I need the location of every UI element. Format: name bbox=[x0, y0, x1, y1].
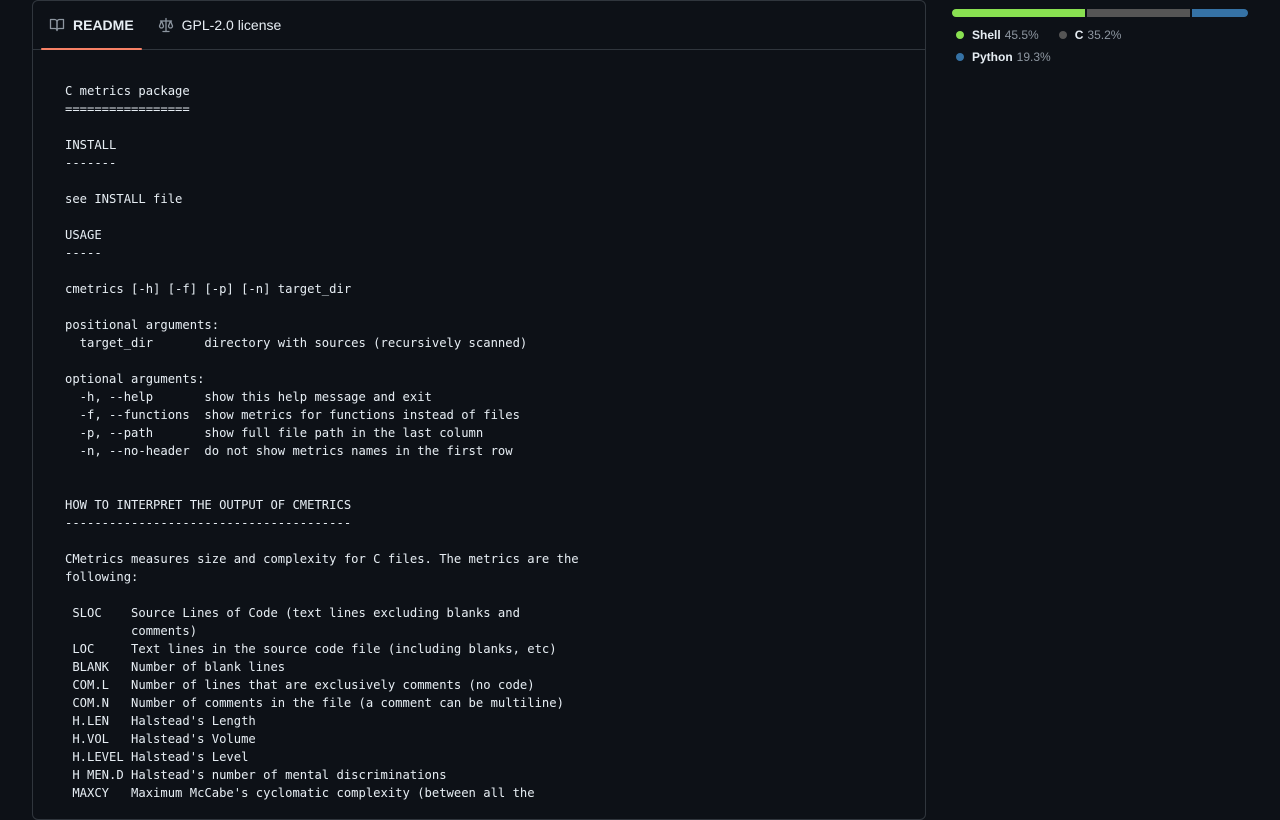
tab-readme[interactable]: README bbox=[41, 1, 142, 50]
language-item-shell[interactable]: Shell 45.5% bbox=[952, 27, 1039, 43]
language-percent: 35.2% bbox=[1087, 28, 1122, 42]
law-scale-icon bbox=[158, 17, 174, 33]
language-bar bbox=[952, 9, 1248, 17]
readme-tabs: README GPL-2.0 license bbox=[33, 1, 925, 50]
c-color-dot-icon bbox=[1058, 31, 1067, 39]
language-name: C bbox=[1074, 28, 1084, 42]
python-color-dot-icon bbox=[956, 53, 964, 61]
shell-color-dot-icon bbox=[956, 31, 964, 39]
language-name: Python bbox=[972, 50, 1013, 64]
language-name: Shell bbox=[972, 28, 1001, 42]
language-bar-segment-c bbox=[1086, 9, 1190, 17]
language-percent: 19.3% bbox=[1016, 50, 1051, 64]
language-bar-segment-shell bbox=[952, 9, 1085, 17]
book-icon bbox=[49, 17, 65, 33]
tab-license-label: GPL-2.0 license bbox=[181, 17, 282, 33]
tab-license[interactable]: GPL-2.0 license bbox=[150, 1, 290, 49]
readme-panel: README GPL-2.0 license C metrics package… bbox=[32, 0, 926, 820]
readme-body: C metrics package ================= INST… bbox=[33, 50, 925, 802]
language-list: Shell 45.5% C 35.2% Python 19.3% bbox=[952, 27, 1248, 71]
readme-plaintext: C metrics package ================= INST… bbox=[65, 84, 579, 800]
languages-panel: Shell 45.5% C 35.2% Python 19.3% bbox=[952, 9, 1248, 71]
language-percent: 45.5% bbox=[1004, 28, 1039, 42]
language-item-python[interactable]: Python 19.3% bbox=[952, 49, 1051, 65]
tab-readme-label: README bbox=[73, 17, 134, 33]
language-bar-segment-python bbox=[1191, 9, 1248, 17]
language-item-c[interactable]: C 35.2% bbox=[1055, 27, 1122, 43]
